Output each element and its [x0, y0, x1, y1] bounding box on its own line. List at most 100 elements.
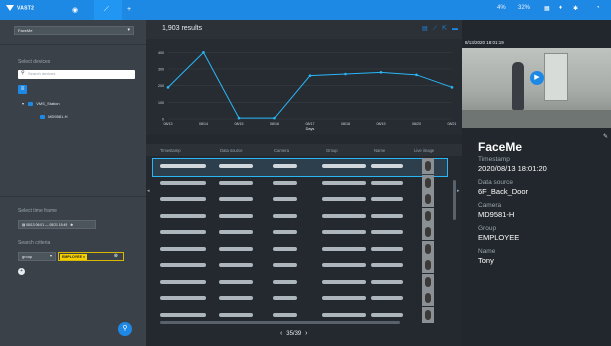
divider: [0, 196, 146, 197]
bell-icon[interactable]: ♦: [559, 5, 562, 11]
column-camera[interactable]: Camera: [274, 148, 289, 153]
collapse-right-icon[interactable]: ▸: [457, 188, 460, 194]
export-icon[interactable]: ⇱: [442, 26, 447, 32]
live-image-thumbnail[interactable]: [422, 191, 434, 207]
criteria-value-input[interactable]: EMPLOYEE × ⊗: [58, 252, 124, 261]
cell-placeholder: [219, 246, 253, 251]
analytics-selector[interactable]: FaceMe ▾: [14, 26, 134, 35]
column-name[interactable]: Name: [374, 148, 385, 153]
cell-placeholder: [160, 312, 206, 317]
search-button[interactable]: ⚲: [118, 322, 132, 336]
criteria-tag[interactable]: EMPLOYEE ×: [60, 254, 88, 260]
prev-page-icon[interactable]: ‹: [280, 330, 282, 337]
list-view-button[interactable]: ≡: [18, 85, 27, 94]
x-tick-label: 08/19: [377, 122, 386, 126]
close-icon[interactable]: ×: [83, 255, 85, 259]
analytics-selector-value: FaceMe: [18, 28, 33, 33]
data-point[interactable]: [379, 71, 383, 74]
pager: ‹ 35/39 ›: [280, 330, 307, 337]
detail-field-label: Timestamp: [478, 156, 510, 163]
device-search-input[interactable]: ⚲ Search devices: [18, 70, 135, 79]
tab-live-view[interactable]: ◉: [58, 0, 94, 20]
next-page-icon[interactable]: ›: [305, 330, 307, 337]
column-data-source[interactable]: Data source: [220, 148, 243, 153]
cell-placeholder: [273, 246, 297, 251]
tree-item-camera[interactable]: MD9581-H: [40, 114, 67, 119]
y-tick-label: 200: [158, 84, 164, 88]
delete-icon[interactable]: ▬: [452, 26, 458, 32]
add-criteria-button[interactable]: +: [18, 268, 25, 275]
cell-placeholder: [273, 164, 297, 168]
data-point[interactable]: [273, 116, 276, 120]
x-tick-label: 08/21: [448, 122, 457, 126]
video-preview[interactable]: ▶: [462, 48, 611, 128]
data-point[interactable]: [237, 116, 241, 120]
cell-placeholder: [371, 213, 403, 218]
cell-placeholder: [322, 279, 366, 284]
tab-add[interactable]: +: [122, 0, 140, 20]
search-criteria-label: Search criteria: [18, 240, 51, 246]
cell-placeholder: [322, 180, 366, 185]
data-point[interactable]: [308, 74, 312, 77]
data-point[interactable]: [166, 86, 170, 89]
cell-placeholder: [160, 279, 206, 284]
logo-mark-icon: [6, 5, 14, 11]
cell-placeholder: [371, 279, 403, 284]
select-time-label: Select time frame: [18, 208, 57, 214]
live-image-thumbnail[interactable]: [422, 257, 434, 273]
live-image-thumbnail[interactable]: [422, 290, 434, 306]
edit-icon[interactable]: ✎: [603, 133, 608, 140]
cell-placeholder: [160, 230, 206, 234]
live-image-thumbnail[interactable]: [422, 158, 434, 174]
grid-icon[interactable]: ▦: [544, 5, 550, 12]
station-label: VMS_Station: [36, 101, 60, 106]
face-image: [425, 243, 431, 254]
camera-checkbox-icon[interactable]: [40, 114, 45, 119]
cell-placeholder: [160, 197, 206, 201]
play-button[interactable]: ▶: [530, 71, 544, 85]
select-devices-label: Select devices: [18, 59, 51, 65]
detail-field-label: Camera: [478, 202, 502, 209]
detail-field-label: Data source: [478, 179, 514, 186]
cell-placeholder: [371, 263, 403, 267]
live-image-thumbnail[interactable]: [422, 240, 434, 257]
data-point[interactable]: [415, 73, 418, 77]
gear-icon[interactable]: ✱: [573, 5, 578, 12]
live-image-thumbnail[interactable]: [422, 224, 434, 240]
horizontal-scrollbar[interactable]: [160, 321, 400, 324]
vertical-scrollbar[interactable]: [453, 180, 456, 220]
detail-field-value: 6F_Back_Door: [478, 187, 529, 196]
x-tick-label: 08/15: [235, 122, 244, 126]
x-tick-label: 08/17: [306, 122, 315, 126]
cell-placeholder: [219, 279, 253, 284]
live-image-thumbnail[interactable]: [422, 207, 434, 224]
live-image-thumbnail[interactable]: [422, 306, 434, 323]
detail-field-label: Name: [478, 248, 496, 255]
tree-item-station[interactable]: ▾ VMS_Station: [22, 101, 60, 106]
live-image-thumbnail[interactable]: [422, 273, 434, 290]
cell-placeholder: [322, 164, 366, 168]
app-logo[interactable]: VAST2: [6, 5, 34, 11]
camera-label: MD9581-H: [48, 114, 68, 119]
chart-icon[interactable]: ⟋: [433, 26, 437, 32]
eye-icon: ◉: [72, 7, 79, 14]
face-image: [425, 309, 431, 320]
data-point[interactable]: [450, 86, 454, 89]
time-range-selector[interactable]: ▤ 08/13 06:01 — 08/21 15:49 ✱: [18, 220, 96, 229]
column-group[interactable]: Group: [326, 148, 338, 153]
gear-icon[interactable]: ✱: [70, 223, 73, 227]
data-point[interactable]: [344, 72, 347, 76]
collapse-left-icon[interactable]: ◂: [147, 188, 150, 194]
cell-placeholder: [371, 164, 403, 168]
column-live-image[interactable]: Live image: [414, 148, 434, 153]
user-icon[interactable]: ◔: [596, 5, 600, 11]
tab-search[interactable]: ⟋: [94, 0, 122, 20]
video-door: [544, 53, 568, 101]
live-image-thumbnail[interactable]: [422, 174, 434, 191]
column-timestamp[interactable]: Timestamp: [160, 148, 181, 153]
list-icon[interactable]: ▤: [422, 26, 428, 32]
criteria-field-select[interactable]: group ▾: [18, 252, 56, 261]
data-point[interactable]: [202, 51, 205, 54]
cell-placeholder: [273, 296, 297, 300]
clear-icon[interactable]: ⊗: [114, 253, 118, 259]
